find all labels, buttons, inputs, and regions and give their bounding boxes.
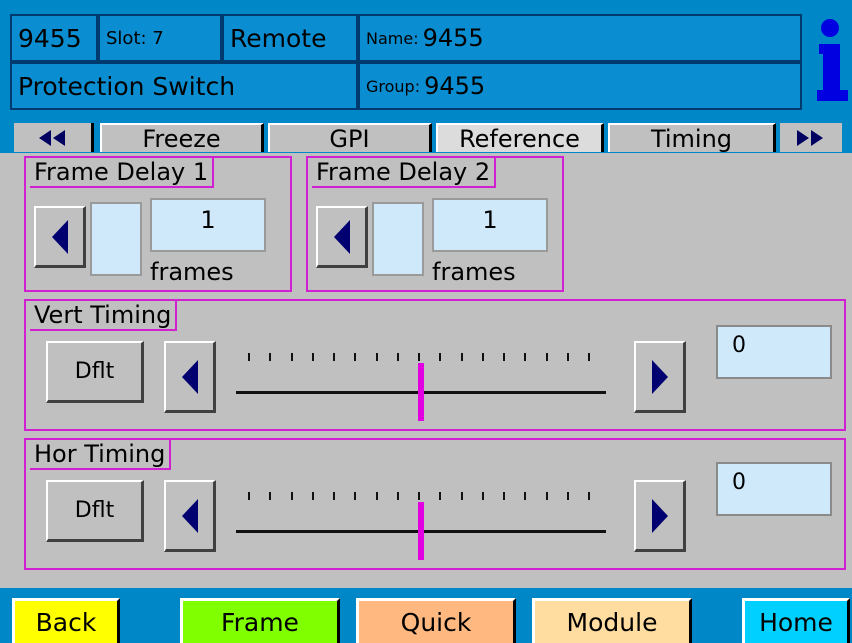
name-label: Name:: [366, 28, 419, 48]
frame-delay-1-slot[interactable]: [90, 202, 142, 276]
hor-timing-group: Hor Timing Dflt 0: [24, 438, 846, 570]
bottom-bar: Back Frame Quick Module Home: [0, 588, 852, 643]
hor-timing-label: Hor Timing: [30, 440, 172, 470]
frame-delay-2-decrement-button[interactable]: [316, 206, 368, 268]
slider-tick: [311, 353, 314, 361]
name-value: 9455: [422, 24, 484, 52]
slider-tick: [269, 353, 272, 361]
vert-timing-increment-button[interactable]: [634, 341, 686, 413]
slider-tick: [481, 492, 484, 500]
slider-tick: [354, 353, 357, 361]
hor-timing-default-button[interactable]: Dflt: [46, 480, 144, 542]
slider-tick: [354, 492, 357, 500]
frame-delay-2-label: Frame Delay 2: [312, 158, 497, 188]
info-icon[interactable]: [806, 10, 852, 105]
slider-tick: [460, 353, 463, 361]
left-arrow-icon: [181, 498, 198, 533]
slider-tick: [418, 353, 420, 361]
back-button[interactable]: Back: [12, 598, 120, 643]
right-arrow-icon: [651, 498, 668, 533]
tab-gpi[interactable]: GPI: [268, 123, 432, 153]
frame-delay-1-decrement-button[interactable]: [34, 206, 86, 268]
slider-tick: [418, 492, 420, 500]
tab-timing[interactable]: Timing: [608, 123, 776, 153]
home-button[interactable]: Home: [742, 598, 850, 643]
slider-tick: [503, 492, 505, 500]
vert-timing-default-button[interactable]: Dflt: [46, 341, 144, 403]
group-value: 9455: [424, 72, 486, 100]
slider-tick: [311, 492, 314, 500]
left-arrow-icon: [181, 359, 198, 394]
frame-delay-1-label: Frame Delay 1: [30, 158, 215, 188]
mode-indicator: Remote: [222, 14, 358, 62]
slider-tick: [375, 492, 378, 500]
slider-tick: [248, 492, 250, 500]
slider-tick: [524, 492, 527, 500]
frame-delay-1-group: Frame Delay 1 1 frames: [24, 156, 292, 292]
slider-tick: [290, 353, 293, 361]
tab-scroll-left[interactable]: [14, 123, 94, 152]
group-label: Group:: [366, 76, 421, 96]
left-arrow-icon: [51, 219, 68, 254]
frame-delay-2-group: Frame Delay 2 1 frames: [306, 156, 564, 292]
hor-timing-decrement-button[interactable]: [164, 480, 216, 552]
frame-delay-1-unit: frames: [150, 258, 234, 286]
tab-scroll-right[interactable]: [780, 123, 842, 152]
frame-button[interactable]: Frame: [180, 598, 340, 643]
slider-tick: [545, 353, 548, 361]
slider-tick: [588, 353, 590, 361]
quick-button[interactable]: Quick: [356, 598, 516, 643]
frame-delay-1-value[interactable]: 1: [150, 198, 266, 252]
left-arrow-icon: [333, 219, 350, 254]
slider-thumb[interactable]: [418, 502, 424, 560]
slider-tick: [481, 353, 484, 361]
slider-tick: [290, 492, 293, 500]
tab-bar: Freeze GPI Reference Timing: [0, 115, 852, 153]
slider-tick: [503, 353, 505, 361]
double-right-arrow-icon: [797, 129, 823, 146]
vert-timing-group: Vert Timing Dflt 0: [24, 299, 846, 431]
device-id: 9455: [10, 14, 98, 62]
slider-tick: [439, 492, 442, 500]
slider-tick: [566, 353, 569, 361]
slider-tick: [524, 353, 527, 361]
function-title: Protection Switch: [10, 62, 358, 110]
hor-timing-value[interactable]: 0: [716, 462, 832, 516]
vert-timing-decrement-button[interactable]: [164, 341, 216, 413]
slider-tick: [545, 492, 548, 500]
module-button[interactable]: Module: [532, 598, 692, 643]
slider-tick: [396, 353, 399, 361]
slider-thumb[interactable]: [418, 363, 424, 421]
slider-tick: [588, 492, 590, 500]
frame-delay-2-slot[interactable]: [372, 202, 424, 276]
name-display: Name: 9455: [358, 14, 802, 62]
header: 9455 Slot: 7 Remote Name: 9455 Protectio…: [0, 0, 852, 115]
vert-timing-label: Vert Timing: [30, 301, 178, 331]
hor-timing-increment-button[interactable]: [634, 480, 686, 552]
frame-delay-2-unit: frames: [432, 258, 516, 286]
slider-tick: [375, 353, 378, 361]
hor-timing-slider[interactable]: [236, 480, 606, 560]
slider-tick: [269, 492, 272, 500]
tab-reference[interactable]: Reference: [436, 123, 604, 153]
slider-tick: [333, 492, 335, 500]
slider-tick: [333, 353, 335, 361]
slider-tick: [248, 353, 250, 361]
slot-text: Slot: 7: [106, 27, 164, 49]
vert-timing-slider[interactable]: [236, 341, 606, 421]
double-left-arrow-icon: [38, 129, 65, 146]
slider-tick: [566, 492, 569, 500]
slider-tick: [439, 353, 442, 361]
frame-delay-2-value[interactable]: 1: [432, 198, 548, 252]
group-display: Group: 9455: [358, 62, 802, 110]
right-arrow-icon: [651, 359, 668, 394]
slot-indicator: Slot: 7: [98, 14, 222, 62]
vert-timing-value[interactable]: 0: [716, 325, 832, 379]
tab-freeze[interactable]: Freeze: [100, 123, 264, 153]
slider-tick: [396, 492, 399, 500]
slider-tick: [460, 492, 463, 500]
